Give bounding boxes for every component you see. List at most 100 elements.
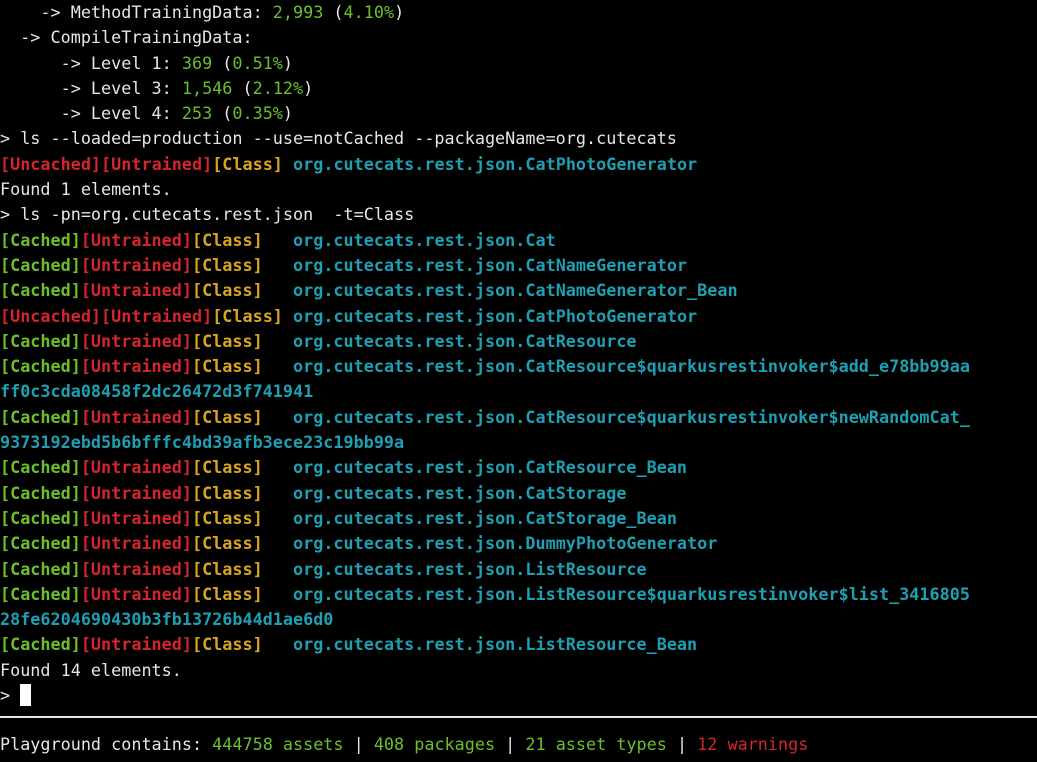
cached-tag: [Cached] xyxy=(0,229,81,250)
paren-open: ( xyxy=(212,52,233,73)
class-tag: [Class] xyxy=(212,153,283,174)
class-name: org.cutecats.rest.json.CatResource$quark… xyxy=(293,406,970,427)
untrained-tag: [Untrained] xyxy=(80,254,192,275)
status-separator: | xyxy=(495,734,526,754)
cached-tag: [Cached] xyxy=(0,533,81,554)
untrained-tag: [Untrained] xyxy=(80,330,192,351)
class-tag: [Class] xyxy=(191,406,263,427)
class-tag: [Class] xyxy=(191,533,263,554)
class-name: org.cutecats.rest.json.CatStorage_Bean xyxy=(293,507,677,528)
class-entry-continuation: ff0c3cda08458f2dc26472d3f741941 xyxy=(0,379,1037,404)
untrained-tag: [Untrained] xyxy=(80,229,192,250)
class-tag: [Class] xyxy=(191,229,263,250)
cached-tag: [Cached] xyxy=(0,254,81,275)
status-bar: Playground contains: 444758 assets | 408… xyxy=(0,732,808,757)
class-tag: [Class] xyxy=(191,583,263,604)
cached-tag: [Cached] xyxy=(0,507,81,528)
line-label: -> Level 3: xyxy=(0,77,182,98)
untrained-tag: [Untrained] xyxy=(80,507,192,528)
untrained-tag: [Untrained] xyxy=(80,280,192,301)
class-tag: [Class] xyxy=(191,507,263,528)
paren-close: ) xyxy=(282,103,294,124)
line-label: -> Level 1: xyxy=(0,52,182,73)
class-entry-row: [Cached][Untrained][Class] org.cutecats.… xyxy=(0,531,1037,556)
line-label: -> MethodTrainingData: xyxy=(0,2,273,22)
cached-tag: [Cached] xyxy=(0,280,81,301)
class-entry-row: [Cached][Untrained][Class] org.cutecats.… xyxy=(0,455,1037,480)
class-name: org.cutecats.rest.json.CatNameGenerator_… xyxy=(293,280,738,301)
result-list-2: [Cached][Untrained][Class] org.cutecats.… xyxy=(0,228,1037,658)
found-summary-2: Found 14 elements. xyxy=(0,659,182,680)
class-name: org.cutecats.rest.json.CatStorage xyxy=(293,482,627,503)
uncached-tag: [Uncached] xyxy=(0,153,102,174)
class-name: org.cutecats.rest.json.CatResource xyxy=(293,330,637,351)
class-entry-row: [Cached][Untrained][Class] org.cutecats.… xyxy=(0,354,1037,379)
untrained-tag: [Untrained] xyxy=(101,305,213,326)
count-value: 2,993 xyxy=(272,2,324,22)
class-name: org.cutecats.rest.json.ListResource$quar… xyxy=(293,583,970,604)
untrained-tag: [Untrained] xyxy=(80,558,192,579)
class-entry-row: [Cached][Untrained][Class] org.cutecats.… xyxy=(0,632,1037,657)
class-entry-row: [Cached][Untrained][Class] org.cutecats.… xyxy=(0,582,1037,607)
command-line-2: > ls -pn=org.cutecats.rest.json -t=Class xyxy=(0,204,415,225)
prompt-symbol: > xyxy=(0,685,21,706)
percent-value: 4.10% xyxy=(343,2,395,22)
method-training-line: -> MethodTrainingData: 2,993 (4.10%) xyxy=(0,0,1037,25)
paren-close: ) xyxy=(282,52,294,73)
class-entry-continuation: 9373192ebd5b6bfffc4bd39afb3ece23c19bb99a xyxy=(0,430,1037,455)
cached-tag: [Cached] xyxy=(0,482,81,503)
paren-open: ( xyxy=(212,103,233,124)
level-1-line: -> Level 1: 369 (0.51%) xyxy=(0,51,1037,76)
untrained-tag: [Untrained] xyxy=(80,482,192,503)
class-name: org.cutecats.rest.json.CatNameGenerator xyxy=(293,254,688,275)
untrained-tag: [Untrained] xyxy=(80,583,192,604)
class-tag: [Class] xyxy=(191,558,263,579)
class-entry-row: [Cached][Untrained][Class] org.cutecats.… xyxy=(0,253,1037,278)
class-name: org.cutecats.rest.json.ListResource_Bean xyxy=(293,634,698,655)
class-tag: [Class] xyxy=(191,330,263,351)
untrained-tag: [Untrained] xyxy=(80,406,192,427)
untrained-tag: [Untrained] xyxy=(101,153,213,174)
class-tag: [Class] xyxy=(191,634,263,655)
class-name: org.cutecats.rest.json.CatPhotoGenerator xyxy=(293,305,698,326)
class-name: org.cutecats.rest.json.CatResource_Bean xyxy=(293,457,688,478)
class-tag: [Class] xyxy=(191,254,263,275)
text-cursor[interactable] xyxy=(20,684,32,707)
assets-count: 444758 assets xyxy=(212,734,344,754)
class-entry-row: [Uncached][Untrained][Class] org.cutecat… xyxy=(0,152,1037,177)
class-entry-row: [Cached][Untrained][Class] org.cutecats.… xyxy=(0,506,1037,531)
class-entry-row: [Uncached][Untrained][Class] org.cutecat… xyxy=(0,304,1037,329)
class-entry-row: [Cached][Untrained][Class] org.cutecats.… xyxy=(0,557,1037,582)
percent-value: 0.35% xyxy=(232,103,283,124)
level-3-line: -> Level 3: 1,546 (2.12%) xyxy=(0,76,1037,101)
count-value: 253 xyxy=(181,103,213,124)
class-entry-row: [Cached][Untrained][Class] org.cutecats.… xyxy=(0,405,1037,430)
terminal-output[interactable]: -> MethodTrainingData: 2,993 (4.10%) -> … xyxy=(0,0,1037,708)
class-entry-row: [Cached][Untrained][Class] org.cutecats.… xyxy=(0,481,1037,506)
status-separator: | xyxy=(666,734,698,754)
class-tag: [Class] xyxy=(191,356,263,377)
count-value: 369 xyxy=(181,52,213,73)
input-prompt[interactable]: > xyxy=(0,683,1037,708)
class-name-continuation: 9373192ebd5b6bfffc4bd39afb3ece23c19bb99a xyxy=(0,432,405,453)
level-4-line: -> Level 4: 253 (0.35%) xyxy=(0,101,1037,126)
class-tag: [Class] xyxy=(191,482,263,503)
line-label: -> Level 4: xyxy=(0,103,182,124)
paren-close: ) xyxy=(303,77,314,98)
untrained-tag: [Untrained] xyxy=(80,356,192,377)
cached-tag: [Cached] xyxy=(0,583,81,604)
class-entry-row: [Cached][Untrained][Class] org.cutecats.… xyxy=(0,278,1037,303)
compile-training-line: -> CompileTrainingData: xyxy=(0,27,253,48)
count-value: 1,546 xyxy=(181,77,233,98)
paren-open: ( xyxy=(323,2,344,22)
